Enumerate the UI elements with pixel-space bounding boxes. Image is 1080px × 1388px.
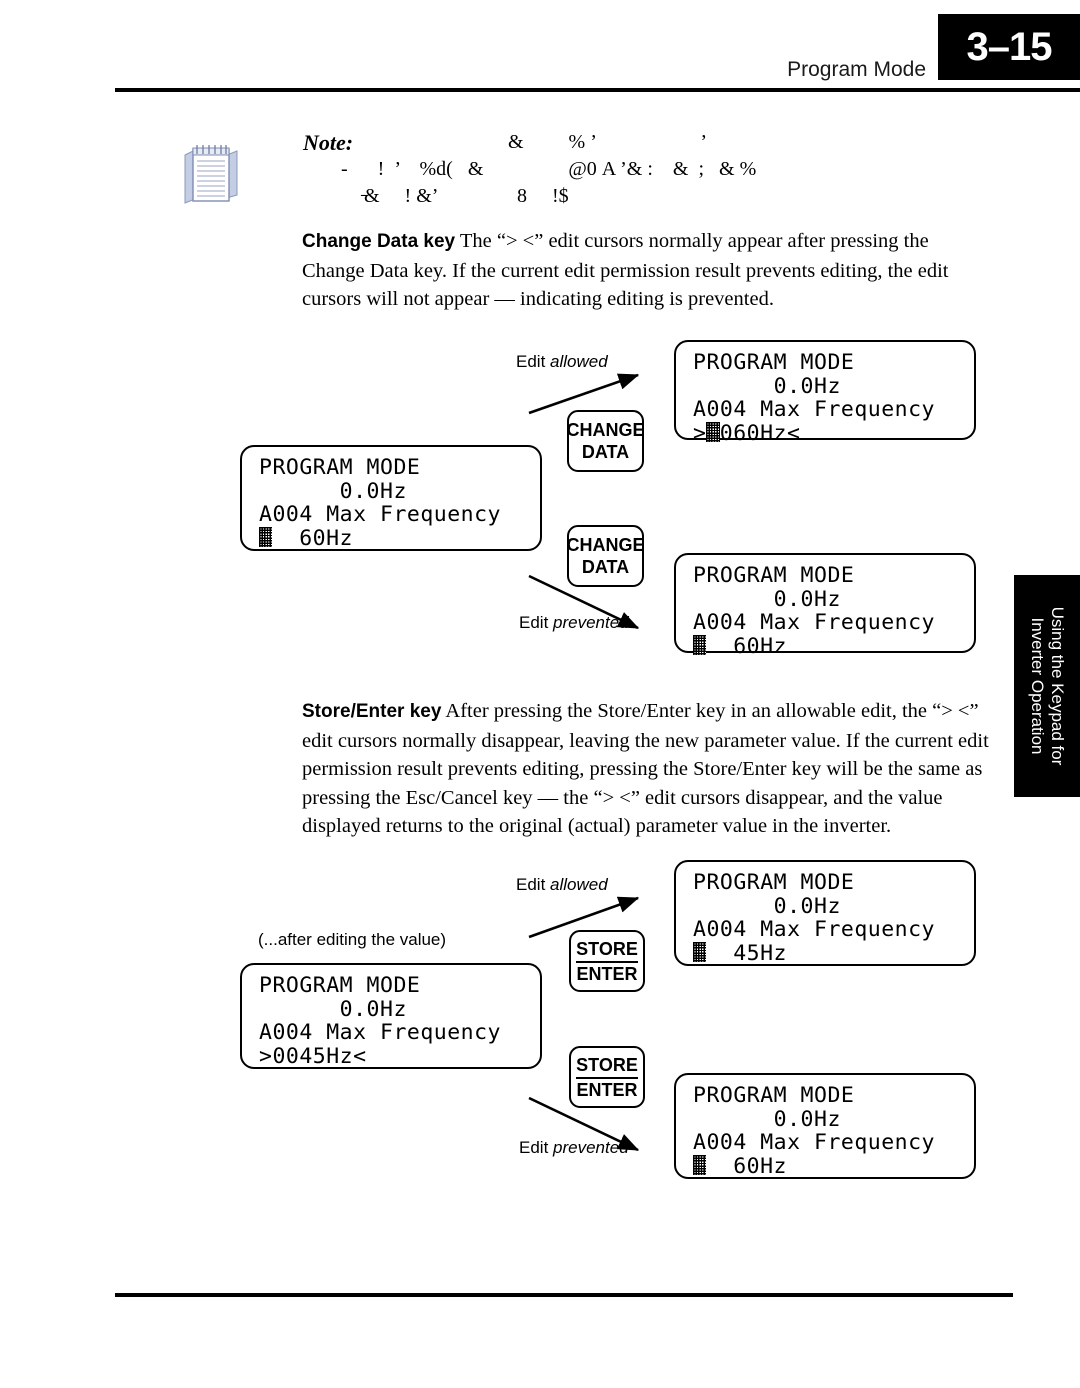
lcd-display-store-enter-prevented: PROGRAM MODE 0.0Hz A004 Max Frequency 60… bbox=[674, 1073, 976, 1179]
lcd-line-4: 60Hz bbox=[693, 633, 974, 659]
lcd-cursor-block-icon bbox=[706, 422, 720, 443]
lcd-cursor-block-icon bbox=[259, 527, 273, 548]
lcd-line-3: A004 Max Frequency bbox=[693, 610, 935, 635]
store-enter-key-label-line1: STORE bbox=[576, 1054, 638, 1079]
lcd-line-4-post: 60Hz bbox=[706, 1153, 787, 1179]
lcd-line-4: >060Hz< bbox=[693, 420, 974, 446]
page-number-text: 3–15 bbox=[966, 24, 1053, 69]
annotation-edit-word: Edit bbox=[519, 613, 554, 632]
store-enter-key-label-line2: ENTER bbox=[576, 1079, 638, 1100]
lcd-line-4-post: 060Hz< bbox=[719, 420, 801, 446]
lcd-display-source-1: PROGRAM MODE 0.0Hz A004 Max Frequency 60… bbox=[240, 445, 542, 551]
lcd-display-change-data-allowed: PROGRAM MODE 0.0Hz A004 Max Frequency >0… bbox=[674, 340, 976, 445]
change-data-key-bottom[interactable]: CHANGE DATA bbox=[566, 525, 645, 587]
lcd-line-1: PROGRAM MODE bbox=[259, 973, 421, 998]
lcd-line-4-pre: > bbox=[693, 420, 707, 446]
lcd-line-4-post: 45Hz bbox=[706, 940, 787, 966]
store-enter-key-top[interactable]: STORE ENTER bbox=[569, 930, 645, 992]
lcd-line-4-post: 60Hz bbox=[272, 525, 353, 551]
annotation-edit-prevented-1: Edit prevented bbox=[519, 613, 629, 633]
lcd-line-1: PROGRAM MODE bbox=[693, 870, 855, 895]
lcd-cursor-block-icon bbox=[693, 1155, 707, 1176]
lcd-line-2: 0.0Hz bbox=[259, 996, 407, 1022]
lcd-cursor-block-icon bbox=[693, 942, 707, 963]
lcd-line-4-post: 60Hz bbox=[706, 633, 787, 659]
note-text-line-3: ̵& ! &’ 8 !$ bbox=[364, 185, 569, 207]
lcd-line-4: >0045Hz< bbox=[259, 1043, 367, 1069]
annotation-edit-word: Edit bbox=[516, 875, 551, 894]
lcd-line-1: PROGRAM MODE bbox=[693, 1083, 855, 1108]
chapter-side-tab-label: Using the Keypad for Inverter Operation bbox=[1028, 606, 1067, 766]
annotation-state-word: allowed bbox=[550, 352, 608, 371]
note-text-line-2: - ! ’ %ԁ( & @0 A ’& : & ; & % bbox=[341, 158, 757, 180]
annotation-after-editing-the-value: (...after editing the value) bbox=[258, 930, 447, 949]
annotation-state-word: allowed bbox=[550, 875, 608, 894]
paragraph-store-enter-key: Store/Enter key After pressing the Store… bbox=[302, 697, 992, 841]
page-number-badge: 3–15 bbox=[938, 14, 1080, 80]
lcd-line-1: PROGRAM MODE bbox=[693, 563, 855, 588]
annotation-edit-allowed-1: Edit allowed bbox=[516, 352, 608, 372]
lcd-cursor-block-icon bbox=[693, 635, 707, 656]
chapter-side-tab: Using the Keypad for Inverter Operation bbox=[1014, 575, 1080, 797]
lcd-line-2: 0.0Hz bbox=[259, 478, 407, 504]
annotation-state-word: prevented bbox=[553, 613, 629, 632]
change-data-key-label-line1: CHANGE bbox=[566, 535, 645, 555]
lcd-line-3: A004 Max Frequency bbox=[259, 1020, 501, 1045]
note-label: Note: bbox=[303, 130, 354, 155]
annotation-edit-word: Edit bbox=[516, 352, 551, 371]
store-enter-key-label-line2: ENTER bbox=[576, 963, 638, 984]
change-data-key-label-line2: DATA bbox=[581, 442, 630, 462]
header-divider bbox=[115, 88, 1080, 92]
paragraph-change-data-key: Change Data key The “> <” edit cursors n… bbox=[302, 227, 992, 314]
annotation-edit-word: Edit bbox=[519, 1138, 554, 1157]
notepad-icon bbox=[178, 139, 244, 207]
lcd-line-3: A004 Max Frequency bbox=[693, 917, 935, 942]
lcd-display-store-enter-allowed: PROGRAM MODE 0.0Hz A004 Max Frequency 45… bbox=[674, 860, 976, 966]
lcd-line-2: 0.0Hz bbox=[693, 1106, 841, 1132]
paragraph-lead-store-enter: Store/Enter key bbox=[302, 701, 442, 722]
lcd-display-source-2: PROGRAM MODE 0.0Hz A004 Max Frequency >0… bbox=[240, 963, 542, 1069]
lcd-line-3: A004 Max Frequency bbox=[693, 397, 935, 422]
store-enter-key-label-line1: STORE bbox=[576, 938, 638, 963]
lcd-line-4: 60Hz bbox=[259, 525, 540, 551]
lcd-line-3: A004 Max Frequency bbox=[259, 502, 501, 527]
change-data-key-label-line2: DATA bbox=[581, 557, 630, 577]
change-data-key-top[interactable]: CHANGE DATA bbox=[566, 410, 645, 472]
lcd-line-1: PROGRAM MODE bbox=[693, 350, 855, 375]
arrow-change-data-allowed bbox=[528, 373, 640, 415]
store-enter-key-bottom[interactable]: STORE ENTER bbox=[569, 1046, 645, 1108]
lcd-line-2: 0.0Hz bbox=[693, 586, 841, 612]
lcd-line-2: 0.0Hz bbox=[693, 893, 841, 919]
note-text-line-1: & % ’ ’ bbox=[508, 131, 708, 153]
footer-divider bbox=[115, 1293, 1013, 1297]
annotation-state-word: prevented bbox=[553, 1138, 629, 1157]
lcd-line-1: PROGRAM MODE bbox=[259, 455, 421, 480]
lcd-line-4: 60Hz bbox=[693, 1153, 974, 1179]
lcd-line-3: A004 Max Frequency bbox=[693, 1130, 935, 1155]
lcd-line-2: 0.0Hz bbox=[693, 373, 841, 399]
change-data-key-label-line1: CHANGE bbox=[566, 420, 645, 440]
page-title: Program Mode bbox=[787, 58, 926, 81]
annotation-edit-prevented-2: Edit prevented bbox=[519, 1138, 629, 1158]
lcd-display-change-data-prevented: PROGRAM MODE 0.0Hz A004 Max Frequency 60… bbox=[674, 553, 976, 658]
annotation-edit-allowed-2: Edit allowed bbox=[516, 875, 608, 895]
arrow-overlay bbox=[528, 373, 640, 1152]
lcd-line-4: 45Hz bbox=[693, 940, 974, 966]
paragraph-lead-change-data: Change Data key bbox=[302, 231, 456, 252]
